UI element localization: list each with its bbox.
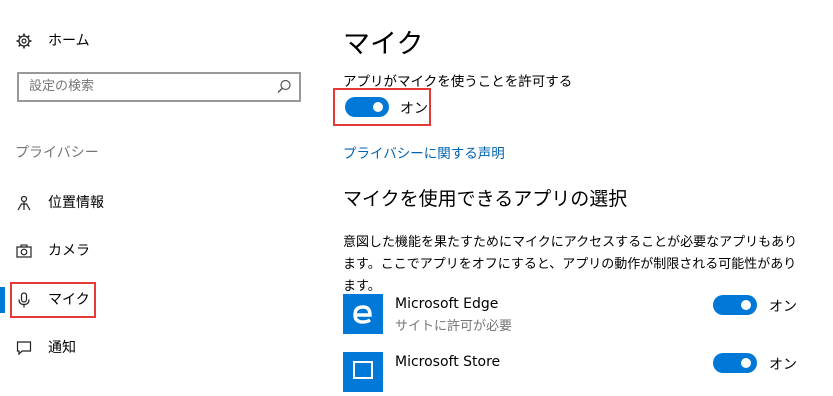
search-placeholder: 設定の検索 [29,79,95,94]
sidebar: ホーム 設定の検索 プライバシー 位置情報 カメラ マイク 通知 [0,0,320,364]
allow-label: アプリがマイクを使うことを許可する [343,74,573,90]
store-icon [343,352,383,392]
privacy-statement-link[interactable]: プライバシーに関する声明 [343,142,505,162]
search-icon[interactable] [275,78,293,96]
highlight-box [10,282,96,318]
location-icon [15,185,33,221]
edge-icon [343,294,383,334]
app-name: Microsoft Edge [395,296,499,312]
section-label: プライバシー [15,145,99,161]
app-status: サイトに許可が必要 [395,319,513,334]
sidebar-item-label: 位置情報 [48,195,104,211]
sidebar-item-label: カメラ [48,243,90,259]
edge-toggle-state: オン [769,299,797,315]
sidebar-item-label: 通知 [48,340,76,356]
notification-icon [15,330,33,366]
sidebar-item-camera[interactable]: カメラ [0,233,320,269]
camera-icon [15,233,33,269]
sidebar-item-label: ホーム [48,33,90,49]
choose-apps-heading: マイクを使用できるアプリの選択 [343,188,628,210]
edge-toggle[interactable] [713,295,757,315]
toggle-knob [741,300,751,310]
highlight-box [333,88,431,126]
app-name: Microsoft Store [395,354,501,370]
search-input[interactable]: 設定の検索 [17,72,301,102]
sidebar-item-home[interactable]: ホーム [0,23,320,59]
store-toggle[interactable] [713,353,757,373]
gear-icon [15,23,33,59]
sidebar-item-notification[interactable]: 通知 [0,330,320,366]
page-title: マイク [343,29,424,60]
store-toggle-state: オン [769,357,797,373]
toggle-knob [741,358,751,368]
sidebar-item-location[interactable]: 位置情報 [0,185,320,221]
description-text: 意図した機能を果たすためにマイクにアクセスすることが必要なアプリもあります。ここ… [343,235,798,294]
